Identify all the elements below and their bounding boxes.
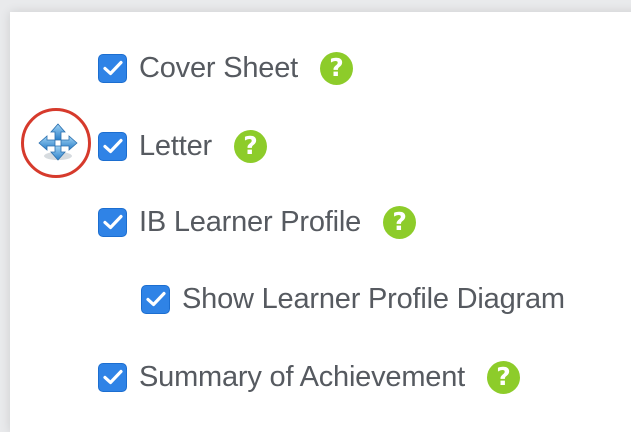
summary-of-achievement-checkbox[interactable] xyxy=(98,362,127,392)
letter-help-icon[interactable]: ? xyxy=(233,129,267,163)
cover-sheet-help-icon[interactable]: ? xyxy=(320,51,353,85)
checkmark-icon xyxy=(102,60,123,76)
ib-learner-profile-checkbox[interactable] xyxy=(98,207,127,237)
letter-label: Letter xyxy=(139,129,212,162)
checkmark-icon xyxy=(102,369,123,385)
help-glyph: ? xyxy=(243,131,258,160)
section-row-letter: Letter ? xyxy=(98,126,267,166)
cover-sheet-label: Cover Sheet xyxy=(139,51,298,84)
ib-learner-profile-label: IB Learner Profile xyxy=(139,205,362,238)
checkmark-icon xyxy=(102,214,123,230)
show-learner-profile-diagram-checkbox[interactable] xyxy=(141,284,170,314)
section-row-ib-learner-profile: IB Learner Profile ? xyxy=(98,202,417,242)
move-arrows-icon[interactable] xyxy=(37,122,79,164)
ib-learner-profile-help-icon[interactable]: ? xyxy=(383,205,417,239)
checkmark-icon xyxy=(102,138,123,154)
show-learner-profile-diagram-label: Show Learner Profile Diagram xyxy=(182,282,565,315)
section-row-summary-of-achievement: Summary of Achievement ? xyxy=(98,357,521,397)
section-row-show-learner-profile-diagram: Show Learner Profile Diagram xyxy=(141,279,565,319)
letter-checkbox[interactable] xyxy=(98,131,127,161)
summary-of-achievement-label: Summary of Achievement xyxy=(139,360,466,393)
checkmark-icon xyxy=(145,291,166,307)
summary-of-achievement-help-icon[interactable]: ? xyxy=(487,360,521,394)
cover-sheet-checkbox[interactable] xyxy=(98,53,127,83)
section-row-cover-sheet: Cover Sheet ? xyxy=(98,48,353,88)
help-glyph: ? xyxy=(392,207,407,236)
help-glyph: ? xyxy=(496,362,511,391)
help-glyph: ? xyxy=(329,53,344,82)
